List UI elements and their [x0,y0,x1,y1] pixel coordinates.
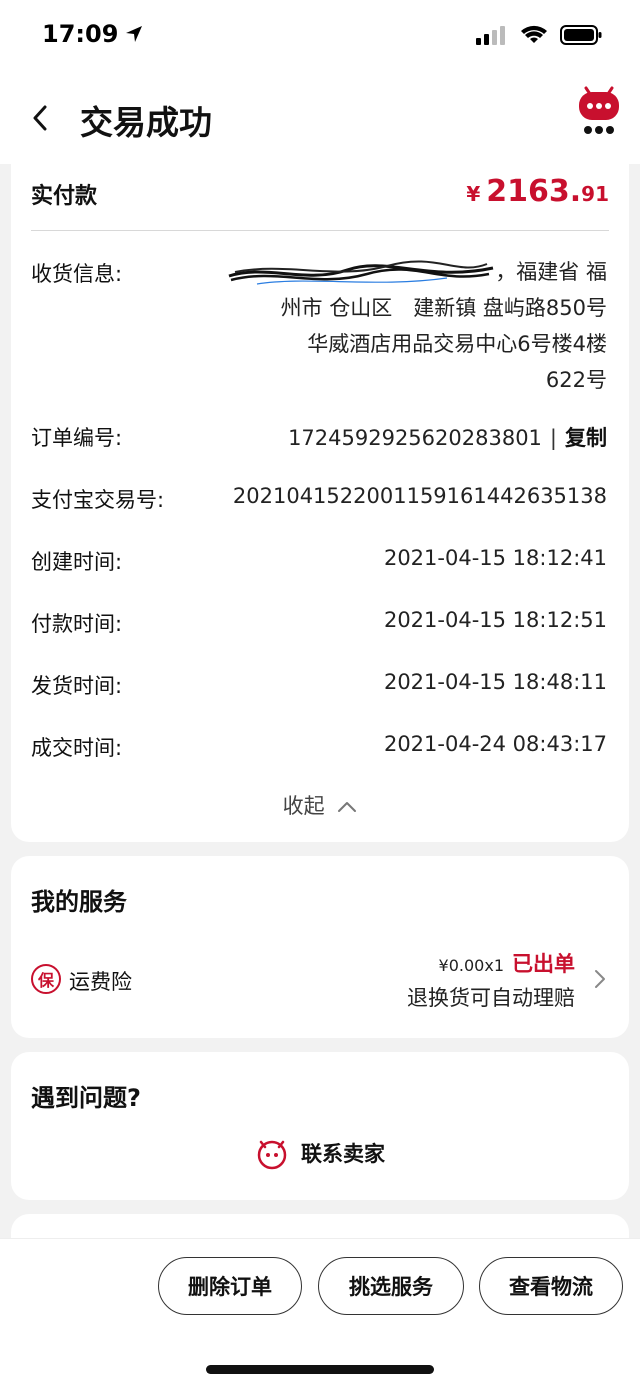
signal-icon [476,26,505,45]
chevron-up-icon [338,802,357,812]
shipped-time: 2021-04-15 18:48:11 [383,670,607,694]
chevron-right-icon [595,970,605,988]
address-line-3: 华威酒店用品交易中心6号楼4楼 [307,332,607,356]
wifi-icon [521,25,547,43]
service-chevron[interactable] [593,968,607,994]
service-name[interactable]: 运费险 [69,966,132,996]
service-price: ¥0.00x1 [438,956,504,975]
robot-assistant-icon [579,86,619,134]
order-number-label: 订单编号: [31,426,123,450]
scribble-redaction-icon [228,260,494,285]
battery-icon [560,25,602,45]
collapse-button[interactable]: 收起 [11,790,629,820]
status-bar: 17:09 [0,0,640,74]
problem-card: 遇到问题? 联系卖家 [11,1052,629,1200]
page-title: 交易成功 [80,103,212,142]
shipping-address: ，福建省 福 州市 仓山区 建新镇 盘屿路850号 华威酒店用品交易中心6号楼4… [221,254,607,398]
service-description: 退换货可自动理赔 [407,986,575,1010]
address-line-4: 622号 [545,368,607,392]
shipped-label: 发货时间: [31,674,123,698]
order-info-card: 实付款 ¥ 2163. 91 收货信息: ，福建省 福 州市 仓山区 建新镇 盘… [11,158,629,842]
paid-label: 付款时间: [31,612,123,636]
address-line-1: ，福建省 福 [221,254,607,290]
amount-integer: 2163. [486,174,582,209]
divider [31,230,609,231]
payment-amount: ¥ 2163. 91 [466,174,609,209]
location-arrow-icon [126,26,143,42]
back-button[interactable] [22,96,58,140]
created-label: 创建时间: [31,550,123,574]
status-icons [476,24,602,46]
redacted-name-phone [227,258,495,288]
created-time: 2021-04-15 18:12:41 [383,546,607,570]
view-logistics-button[interactable]: 查看物流 [479,1257,623,1315]
pick-service-button[interactable]: 挑选服务 [318,1257,464,1315]
service-detail[interactable]: ¥0.00x1 已出单 退换货可自动理赔 [407,948,575,1012]
contact-seller-button[interactable]: 联系卖家 [11,1136,629,1170]
home-indicator [206,1365,434,1374]
closed-label: 成交时间: [31,736,123,760]
amount-decimal: 91 [581,182,609,206]
closed-time: 2021-04-24 08:43:17 [383,732,607,756]
chevron-left-icon [33,105,47,131]
service-status: 已出单 [512,952,575,976]
payment-row: 实付款 ¥ 2163. 91 [31,174,609,228]
shipping-label: 收货信息: [31,262,123,286]
payment-label: 实付款 [31,184,98,209]
copy-button[interactable]: 复制 [565,426,607,450]
order-number-row: 1724592925620283801 | 复制 [288,422,607,452]
insurance-icon: 保 [31,964,61,994]
delete-order-button[interactable]: 删除订单 [158,1257,302,1315]
bottom-action-bar: 删除订单 挑选服务 查看物流 [0,1238,640,1385]
currency-symbol: ¥ [466,182,481,206]
alipay-label: 支付宝交易号: [31,488,165,512]
alipay-number: 2021041522001159161442635138 [232,484,607,508]
seller-face-icon [257,1140,287,1170]
address-line-2: 州市 仓山区 建新镇 盘屿路850号 [280,296,607,320]
services-title: 我的服务 [31,888,127,916]
nav-bar: 交易成功 [0,74,640,164]
problem-title: 遇到问题? [31,1084,141,1112]
assistant-button[interactable] [576,84,622,140]
paid-time: 2021-04-15 18:12:51 [383,608,607,632]
order-number: 1724592925620283801 [288,426,542,450]
my-services-card: 我的服务 保 运费险 ¥0.00x1 已出单 退换货可自动理赔 [11,856,629,1038]
copy-separator: | [549,426,557,450]
status-time: 17:09 [42,20,144,48]
